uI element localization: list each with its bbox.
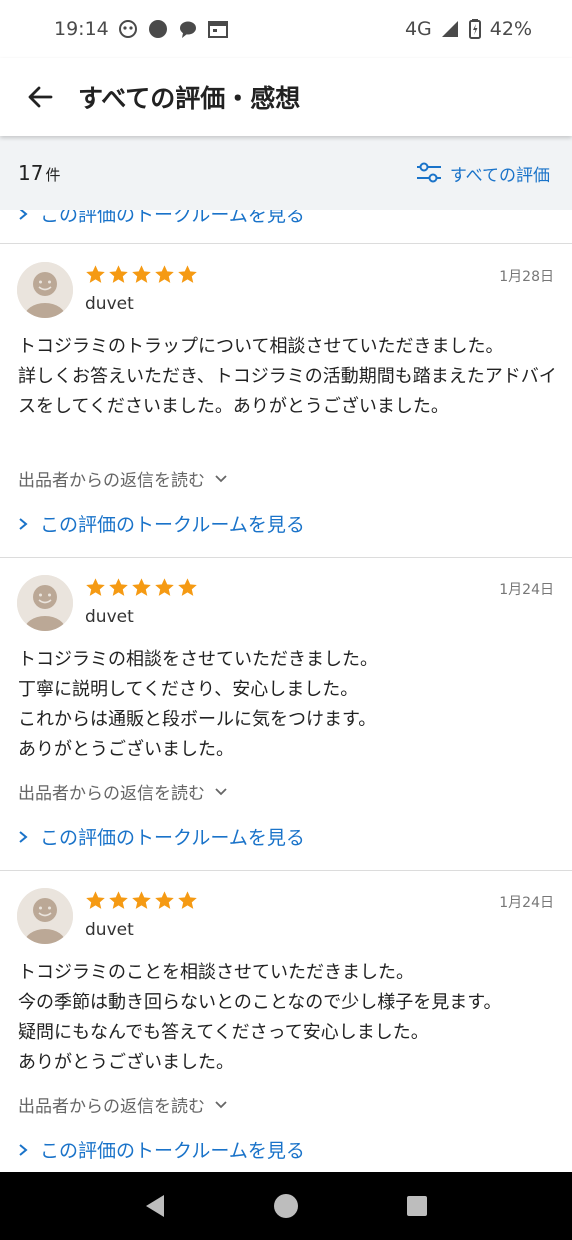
chat-bubble-icon <box>177 19 199 39</box>
star-icon <box>178 578 197 596</box>
app-bar: すべての評価・感想 <box>0 58 572 136</box>
reviewer-name[interactable]: duvet <box>85 294 134 314</box>
notification-app-icon <box>117 19 139 39</box>
chevron-right-icon <box>19 517 28 530</box>
review-text: トコジラミの相談をさせていただきました。 丁寧に説明してくださり、安心しました。… <box>18 649 378 760</box>
circle-home-icon <box>273 1194 298 1218</box>
default-avatar-icon <box>17 262 73 318</box>
battery-icon <box>468 18 482 40</box>
system-navigation-bar <box>0 1172 572 1240</box>
status-time: 19:14 <box>54 18 109 40</box>
read-reply-label: 出品者からの返信を読む <box>18 1097 205 1117</box>
status-bar-left: 19:14 <box>54 18 229 40</box>
review-date: 1月24日 <box>499 582 554 598</box>
page-title: すべての評価・感想 <box>78 84 301 113</box>
review-text: トコジラミのトラップについて相談させていただきました。 詳しくお答えいただき、ト… <box>18 336 557 417</box>
talkroom-link[interactable]: この評価のトークルームを見る <box>18 1136 305 1163</box>
chevron-right-icon <box>19 830 28 843</box>
star-icon <box>155 265 174 283</box>
talkroom-link-label: この評価のトークルームを見る <box>40 210 305 226</box>
read-reply-toggle[interactable]: 出品者からの返信を読む <box>18 1092 227 1117</box>
review-count-unit: 件 <box>45 166 61 184</box>
star-icon <box>155 578 174 596</box>
star-icon <box>86 265 105 283</box>
talkroom-link-label: この評価のトークルームを見る <box>40 1140 305 1162</box>
star-icon <box>155 891 174 909</box>
star-icon <box>86 891 105 909</box>
review-item: duvet 1月24日 トコジラミの相談をさせていただきました。 丁寧に説明して… <box>0 557 572 870</box>
star-icon <box>132 891 151 909</box>
calendar-icon <box>207 19 229 39</box>
chevron-down-icon <box>215 787 227 795</box>
talkroom-link[interactable]: この評価のトークルームを見る <box>18 823 305 850</box>
review-item: duvet 1月28日 トコジラミのトラップについて相談させていただきました。 … <box>0 244 572 557</box>
review-list[interactable]: この評価のトークルームを見る duvet 1月28日 トコジラミのトラップについ… <box>0 210 572 1172</box>
status-bar: 19:14 4G 42% <box>0 0 572 58</box>
back-arrow-icon <box>28 86 53 108</box>
review-item: duvet 1月24日 トコジラミのことを相談させていただきました。 今の季節は… <box>0 870 572 1172</box>
battery-percent: 42% <box>489 18 532 40</box>
star-icon <box>132 265 151 283</box>
network-type: 4G <box>404 18 432 40</box>
star-icon <box>109 265 128 283</box>
talkroom-link-label: この評価のトークルームを見る <box>40 514 305 536</box>
review-text: トコジラミのことを相談させていただきました。 今の季節は動き回らないとのことなの… <box>18 962 502 1073</box>
avatar[interactable] <box>17 262 73 318</box>
square-recents-icon <box>406 1196 427 1216</box>
review-date: 1月28日 <box>499 269 554 285</box>
read-reply-toggle[interactable]: 出品者からの返信を読む <box>18 466 227 491</box>
default-avatar-icon <box>17 575 73 631</box>
filter-button[interactable]: すべての評価 <box>416 161 550 186</box>
signal-icon <box>440 19 460 39</box>
star-icon <box>86 578 105 596</box>
chevron-down-icon <box>215 1100 227 1108</box>
talkroom-link[interactable]: この評価のトークルームを見る <box>18 510 305 537</box>
triangle-back-icon <box>146 1195 165 1217</box>
nav-recents-button[interactable] <box>397 1186 437 1226</box>
talkroom-link-label: この評価のトークルームを見る <box>40 827 305 849</box>
star-icon <box>132 578 151 596</box>
filter-label: すべての評価 <box>449 165 550 186</box>
star-icon <box>178 891 197 909</box>
read-reply-label: 出品者からの返信を読む <box>18 784 205 804</box>
filter-sliders-icon <box>416 162 441 183</box>
status-bar-right: 4G 42% <box>405 18 532 40</box>
chevron-right-icon <box>19 1143 28 1156</box>
star-icon <box>109 578 128 596</box>
default-avatar-icon <box>17 888 73 944</box>
rating-stars <box>85 890 198 911</box>
star-icon <box>109 891 128 909</box>
rating-stars <box>85 577 198 598</box>
star-icon <box>178 265 197 283</box>
reviewer-name[interactable]: duvet <box>85 920 134 940</box>
nav-back-button[interactable] <box>135 1186 175 1226</box>
avatar[interactable] <box>17 575 73 631</box>
avatar[interactable] <box>17 888 73 944</box>
nav-home-button[interactable] <box>266 1186 306 1226</box>
chevron-right-icon <box>19 210 28 220</box>
notification-dot-icon <box>147 18 169 40</box>
review-count: 17 件 <box>18 161 60 185</box>
reviewer-name[interactable]: duvet <box>85 607 134 627</box>
rating-stars <box>85 264 198 285</box>
read-reply-toggle[interactable]: 出品者からの返信を読む <box>18 779 227 804</box>
review-date: 1月24日 <box>499 895 554 911</box>
back-button[interactable] <box>24 81 56 113</box>
review-summary-bar: 17 件 すべての評価 <box>0 136 572 210</box>
read-reply-label: 出品者からの返信を読む <box>18 471 205 491</box>
chevron-down-icon <box>215 474 227 482</box>
review-count-number: 17 <box>18 161 44 185</box>
talkroom-link-partial[interactable]: この評価のトークルームを見る <box>18 210 305 227</box>
